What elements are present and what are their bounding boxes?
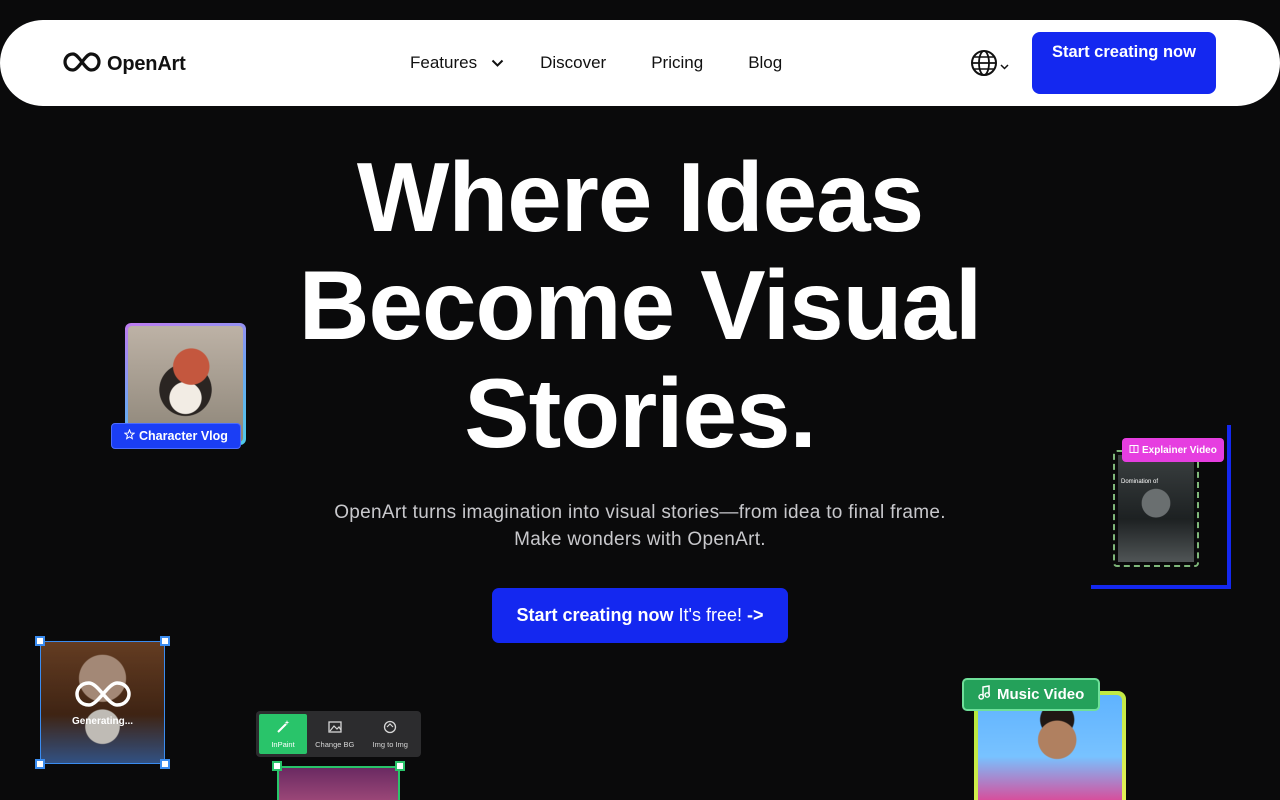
badge-label: Character Vlog <box>139 429 228 443</box>
chevron-down-icon <box>491 59 504 67</box>
nav-link-pricing[interactable]: Pricing <box>651 53 703 73</box>
music-note-icon <box>978 685 991 704</box>
badge-label: Music Video <box>997 686 1085 703</box>
tool-label: InPaint <box>271 740 295 749</box>
tool-inpaint[interactable]: InPaint <box>259 714 307 754</box>
resize-handle[interactable] <box>35 636 45 646</box>
infinity-loader-icon <box>74 679 132 714</box>
explainer-caption: Domination of <box>1121 479 1159 485</box>
tool-change-bg[interactable]: Change BG <box>307 714 363 754</box>
tool-img-to-img[interactable]: Img to Img <box>363 714 419 754</box>
nav-link-discover[interactable]: Discover <box>540 53 606 73</box>
nav-link-blog[interactable]: Blog <box>748 53 782 73</box>
image-swap-icon <box>327 719 343 737</box>
music-video-badge: Music Video <box>962 678 1101 711</box>
hero-subtitle-line: OpenArt turns imagination into visual st… <box>334 502 946 523</box>
nav-link-features[interactable]: Features <box>410 53 504 73</box>
generating-text: Generating... <box>71 715 134 727</box>
generating-card: Generating... <box>40 641 165 764</box>
edit-toolbar: InPaint Change BG Img to Img <box>256 711 421 757</box>
globe-icon <box>970 49 998 82</box>
explainer-video-card: Domination of <box>1113 450 1199 567</box>
tool-label: Change BG <box>315 740 355 749</box>
cta-strong-text: Start creating now <box>516 605 674 625</box>
book-icon <box>1129 444 1139 457</box>
explainer-image: Domination of <box>1118 455 1194 562</box>
cta-arrow: -> <box>746 605 764 625</box>
generating-overlay: Generating... <box>41 642 164 763</box>
badge-label: Explainer Video <box>1142 444 1217 456</box>
resize-handle[interactable] <box>272 761 282 771</box>
nav-link-label: Features <box>410 53 478 72</box>
wand-icon <box>275 719 291 737</box>
nav-link-label: Blog <box>748 53 783 72</box>
language-selector[interactable] <box>970 49 1009 82</box>
cta-light-text: It's free! <box>678 605 742 625</box>
tool-label: Img to Img <box>372 740 408 749</box>
star-icon <box>123 428 136 443</box>
resize-handle[interactable] <box>160 759 170 769</box>
hero-start-creating-button[interactable]: Start creating now It's free! -> <box>492 588 788 643</box>
nav-link-label: Discover <box>540 53 607 72</box>
resize-handle[interactable] <box>35 759 45 769</box>
hero-subtitle-line: Make wonders with OpenArt. <box>514 529 766 550</box>
resize-handle[interactable] <box>160 636 170 646</box>
start-creating-button[interactable]: Start creating now <box>1032 32 1216 94</box>
cat-image-card <box>277 766 400 800</box>
hero-title-line: Where Ideas <box>356 142 924 252</box>
infinity-logo-icon <box>63 51 101 78</box>
resize-handle[interactable] <box>395 761 405 771</box>
chevron-down-icon <box>1000 57 1009 75</box>
top-nav: OpenArt Features Discover Pricing Blog S… <box>0 20 1280 106</box>
nav-link-label: Pricing <box>651 53 704 72</box>
nav-links: Features Discover Pricing Blog <box>410 20 782 106</box>
logo[interactable]: OpenArt <box>63 51 186 78</box>
character-vlog-badge: Character Vlog <box>111 423 241 449</box>
explainer-video-badge: Explainer Video <box>1122 438 1224 462</box>
logo-text: OpenArt <box>107 53 186 75</box>
refresh-icon <box>382 719 398 737</box>
hero-subtitle: OpenArt turns imagination into visual st… <box>0 499 1280 553</box>
